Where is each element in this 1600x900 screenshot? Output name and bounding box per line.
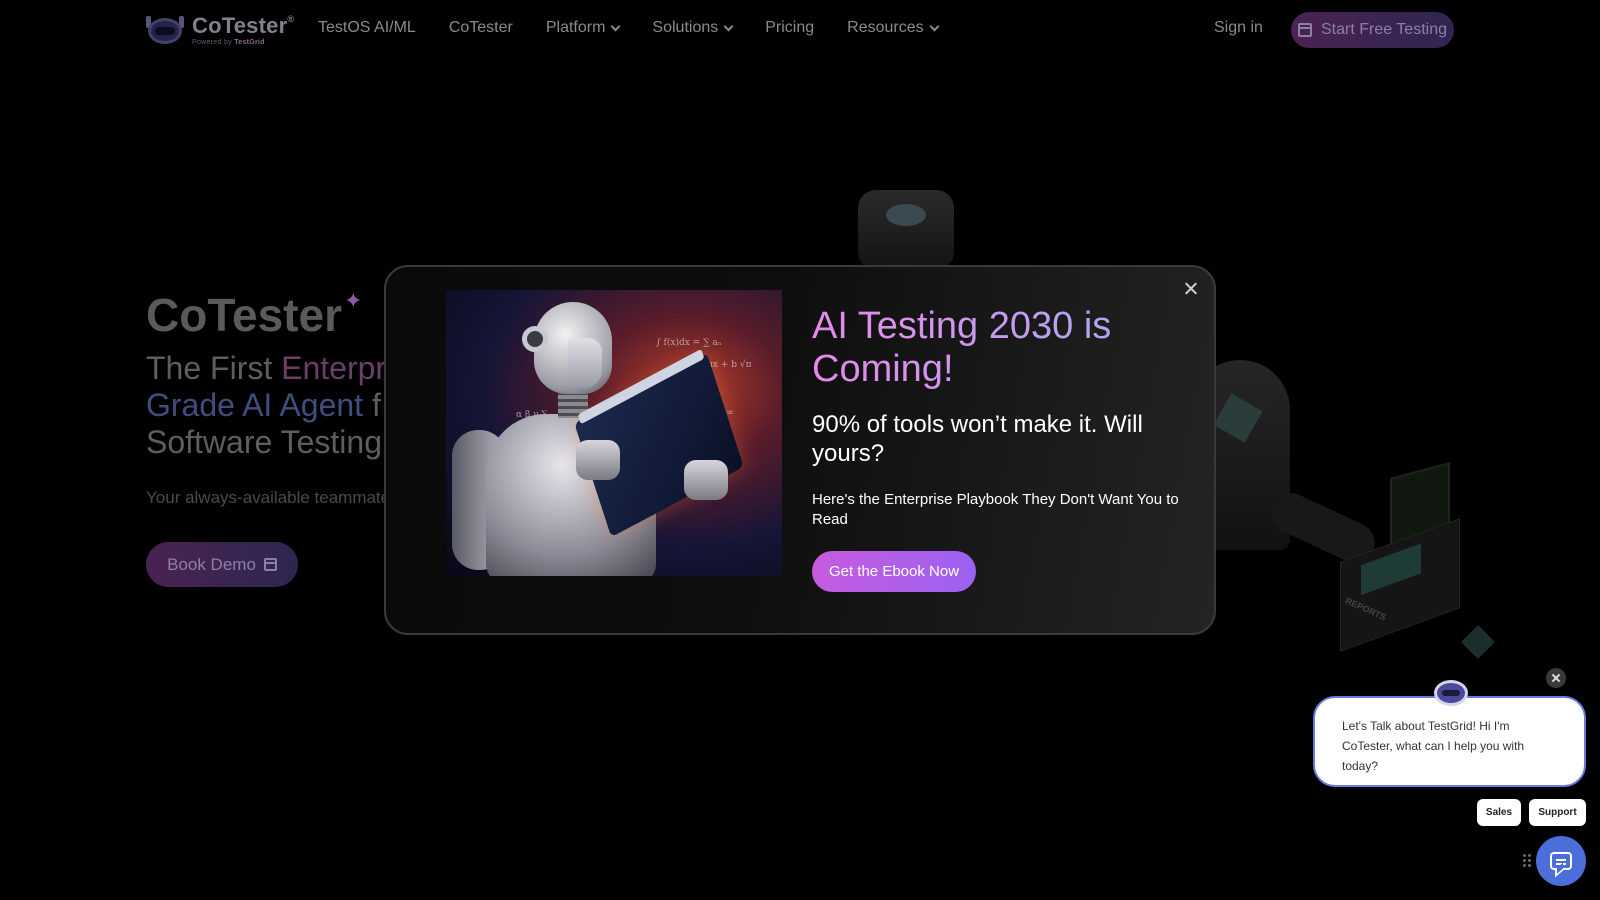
logo-powered-by: Powered by TestGrid [192,38,265,46]
nav-item-testos[interactable]: TestOS AI/ML [318,19,416,37]
drag-handle-icon[interactable] [1522,853,1532,869]
hero-description: Your always-available teammate [146,488,391,507]
chevron-down-icon [723,21,734,31]
chatbot-avatar-icon [1434,678,1468,706]
calendar-icon [1298,23,1312,37]
nav-item-pricing[interactable]: Pricing [765,19,814,37]
chat-close-icon[interactable] [1546,668,1566,688]
chevron-down-icon [929,21,940,31]
nav-item-resources[interactable]: Resources [847,19,940,37]
robot-reading-book-image: ∫ f(x)dx = ∑ aₙ y = mx + b √π E = mc² · … [446,290,782,576]
decor-gem [1461,625,1495,659]
top-navigation: CoTester® Powered by TestGrid TestOS AI/… [0,0,1600,58]
hero-title: CoTester✦ [146,288,363,341]
get-ebook-button[interactable]: Get the Ebook Now [812,551,976,592]
chat-chip-sales[interactable]: Sales [1477,799,1521,826]
chat-chip-support[interactable]: Support [1529,799,1586,826]
sparkle-icon: ✦ [343,288,363,313]
cotester-logo[interactable]: CoTester® Powered by TestGrid [146,13,294,47]
nav-item-cotester[interactable]: CoTester [449,19,513,37]
robot-logo-icon [146,13,184,47]
modal-title: AI Testing 2030 is Coming! [812,305,1192,391]
logo-name: CoTester® [192,12,295,38]
chat-launcher-button[interactable] [1536,836,1586,886]
modal-close-icon[interactable] [1180,278,1202,300]
modal-subtitle: 90% of tools won’t make it. Will yours? [812,411,1143,467]
nav-item-platform[interactable]: Platform [546,19,621,37]
chat-icon [1550,852,1572,870]
decor-cylinder [858,190,954,270]
modal-description: Here's the Enterprise Playbook They Don'… [812,491,1179,528]
chat-greeting-bubble: Let's Talk about TestGrid! Hi I'm CoTest… [1313,696,1586,787]
chevron-down-icon [610,21,621,31]
nav-item-solutions[interactable]: Solutions [652,19,734,37]
calendar-icon [263,558,277,571]
sign-in-link[interactable]: Sign in [1214,19,1263,37]
book-demo-button[interactable]: Book Demo [146,542,298,587]
start-free-testing-button[interactable]: Start Free Testing [1291,12,1454,48]
nav-links: TestOS AI/ML CoTester Platform Solutions… [318,19,971,37]
